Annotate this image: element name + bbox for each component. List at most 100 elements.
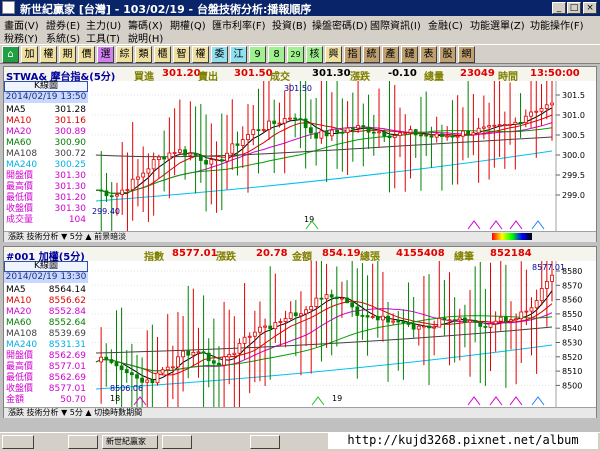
- candle-body: [509, 319, 513, 322]
- taskbar-item-3[interactable]: 新世紀贏家: [102, 435, 158, 449]
- index-low-annotation: 8506.06: [110, 384, 143, 393]
- home-icon[interactable]: ⌂: [2, 46, 19, 63]
- candle-body: [427, 325, 431, 329]
- toolbar-btn-13[interactable]: 9: [249, 46, 266, 63]
- candle-body: [355, 306, 360, 316]
- taskbar-item-5[interactable]: [250, 435, 280, 449]
- taskbar-item-2[interactable]: [68, 435, 98, 449]
- toolbar-btn-16[interactable]: 核: [306, 46, 323, 63]
- candle-body: [345, 127, 350, 133]
- candle-body: [170, 366, 175, 369]
- candle-body: [99, 356, 104, 363]
- toolbar-btn-15[interactable]: 29: [287, 46, 304, 63]
- toolbar-btn-1[interactable]: 加: [21, 46, 38, 63]
- candle-body: [120, 189, 125, 195]
- candle-body: [550, 274, 554, 282]
- candle-body: [345, 297, 349, 304]
- candle-body: [263, 325, 267, 328]
- toolbar-btn-2[interactable]: 權: [40, 46, 57, 63]
- close-button[interactable]: ×: [583, 2, 597, 14]
- candle-body: [340, 297, 344, 300]
- candle-body: [476, 127, 481, 134]
- toolbar-btn-17[interactable]: 興: [325, 46, 342, 63]
- candle-body: [314, 297, 319, 307]
- toolbar-btn-10[interactable]: 權: [192, 46, 209, 63]
- menu-finance[interactable]: 金融(C): [428, 17, 463, 32]
- menu-fx[interactable]: 匯市利率(F): [212, 17, 266, 32]
- toolbar-btn-8[interactable]: 櫃: [154, 46, 171, 63]
- candle-body: [550, 102, 554, 106]
- menu-international[interactable]: 國際資訊(I): [370, 17, 421, 32]
- candle-body: [165, 366, 170, 371]
- menu-tools[interactable]: 工具(T): [86, 30, 120, 45]
- app-icon: [2, 1, 15, 14]
- toolbar-btn-5[interactable]: 選: [97, 46, 114, 63]
- candle-body: [258, 326, 262, 333]
- candle-body: [488, 323, 493, 328]
- candle-body: [447, 319, 452, 322]
- toolbar-btn-11[interactable]: 委: [211, 46, 228, 63]
- candle-body: [457, 317, 462, 321]
- toolbar-btn-7[interactable]: 類: [135, 46, 152, 63]
- candle-body: [324, 294, 329, 300]
- index-value: 8577.01: [172, 248, 218, 259]
- candle-body: [419, 134, 423, 137]
- candle-body: [544, 280, 549, 289]
- toolbar-btn-20[interactable]: 產: [382, 46, 399, 63]
- toolbar-btn-14[interactable]: 8: [268, 46, 285, 63]
- candle-body: [219, 159, 224, 162]
- toolbar-btn-3[interactable]: 期: [59, 46, 76, 63]
- candle-body: [329, 294, 334, 298]
- menu-system[interactable]: 系統(S): [46, 30, 80, 45]
- candle-body: [375, 316, 380, 321]
- candle-body: [319, 297, 324, 300]
- menu-help[interactable]: 說明(H): [128, 30, 163, 45]
- candle-body: [335, 129, 340, 133]
- candle-body: [209, 159, 214, 165]
- candle-body: [466, 130, 471, 136]
- toolbar-btn-23[interactable]: 股: [439, 46, 456, 63]
- toolbar-btn-21[interactable]: 鏈: [401, 46, 418, 63]
- menu-function-op[interactable]: 功能操作(F): [530, 17, 584, 32]
- candle-body: [135, 374, 139, 379]
- candle-body: [401, 321, 406, 324]
- futures-status-text: 漲跌 技術分析 ▼ 5分 ▲ 前景暗淡: [8, 232, 127, 241]
- candle-body: [442, 317, 447, 321]
- candle-body: [508, 123, 512, 126]
- maximize-button[interactable]: □: [567, 2, 581, 14]
- candle-body: [445, 135, 450, 138]
- minimize-button[interactable]: _: [552, 2, 566, 14]
- candle-body: [539, 108, 544, 112]
- y-tick-label: 301.0: [562, 111, 585, 120]
- candle-body: [293, 312, 298, 317]
- candle-body: [119, 365, 124, 371]
- candle-body: [188, 152, 193, 156]
- menu-trading-code[interactable]: 操盤密碼(D): [312, 17, 368, 32]
- toolbar-btn-4[interactable]: 價: [78, 46, 95, 63]
- candle-body: [193, 152, 198, 156]
- taskbar-item-1[interactable]: [2, 435, 34, 449]
- toolbar-btn-12[interactable]: 江: [230, 46, 247, 63]
- toolbar-btn-24[interactable]: 網: [458, 46, 475, 63]
- candle-body: [450, 135, 455, 138]
- toolbar-btn-22[interactable]: 表: [420, 46, 437, 63]
- taskbar-item-4[interactable]: [162, 435, 192, 449]
- menu-function-select[interactable]: 功能選單(Z): [470, 17, 525, 32]
- candle-body: [381, 315, 385, 321]
- toolbar-btn-6[interactable]: 綜: [116, 46, 133, 63]
- index-status-text: 漲跌 技術分析 ▼ 5分 ▲ 切換時數期間: [8, 408, 143, 417]
- menu-tax[interactable]: 稅務(Y): [4, 30, 38, 45]
- candle-body: [340, 131, 345, 134]
- toolbar-btn-19[interactable]: 統: [363, 46, 380, 63]
- candle-body: [273, 322, 278, 330]
- candle-body: [487, 125, 492, 128]
- candle-body: [329, 129, 334, 137]
- candle-body: [483, 325, 488, 328]
- candle-body: [502, 124, 507, 126]
- toolbar-btn-9[interactable]: 智: [173, 46, 190, 63]
- menu-futures[interactable]: 期權(Q): [170, 17, 206, 32]
- candle-body: [529, 307, 534, 312]
- menu-invest[interactable]: 投資(B): [272, 17, 307, 32]
- toolbar-btn-18[interactable]: 指: [344, 46, 361, 63]
- y-tick-label: 301.5: [562, 91, 585, 100]
